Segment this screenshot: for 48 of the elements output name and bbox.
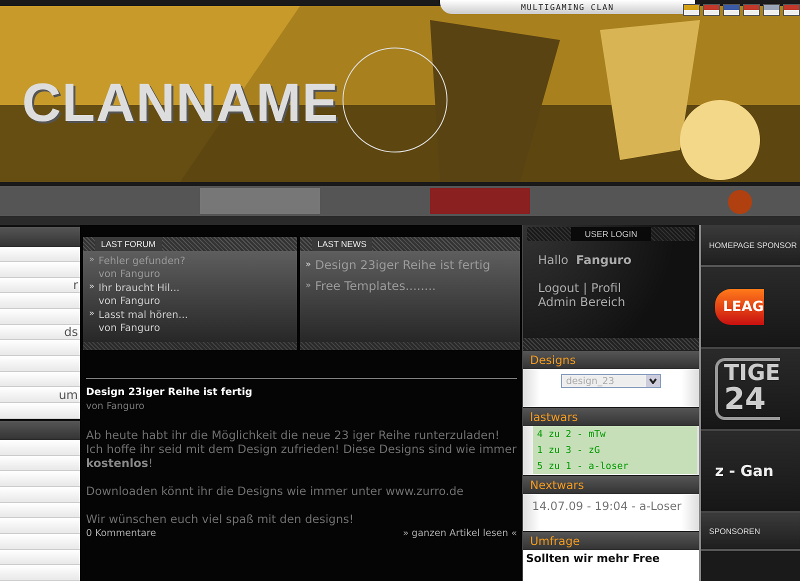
article-author: von Fanguro: [86, 401, 146, 412]
comments-link[interactable]: 0 Kommentare: [86, 528, 156, 539]
panel-title: LAST FORUM: [95, 237, 162, 251]
war-result: 4 zu 2 - mTw: [537, 428, 607, 440]
flag-icon[interactable]: [703, 4, 720, 16]
sponsor-logo[interactable]: LEAG: [715, 289, 764, 325]
chevron-icon: »: [89, 282, 95, 308]
sponsor-logo[interactable]: TIGE 24: [715, 358, 780, 420]
sidebar-item[interactable]: ds: [0, 324, 80, 340]
sponsor-logo[interactable]: z - Gan: [715, 462, 774, 480]
panel-title: LAST NEWS: [312, 237, 372, 251]
forum-post-link[interactable]: Lasst mal hören... von Fanguro: [98, 309, 188, 335]
next-war: 14.07.09 - 19:04 - a-Loser: [531, 498, 683, 514]
section-header: Nextwars: [523, 475, 699, 494]
greeting-text: Hallo Fanguro: [537, 253, 632, 267]
chevron-icon: »: [306, 255, 312, 275]
dropdown-arrow-icon: [646, 375, 660, 387]
flag-icon[interactable]: [783, 4, 800, 16]
admin-link[interactable]: Admin Bereich: [538, 295, 626, 309]
forum-post-link[interactable]: Ihr braucht Hil... von Fanguro: [98, 282, 180, 308]
site-logo: CLANNAME: [22, 72, 339, 134]
sidebar-item[interactable]: um: [0, 387, 80, 403]
war-result: 1 zu 3 - zG: [537, 444, 601, 456]
article-paragraph: Downloaden könnt ihr die Designs wie immer unter www.zurro.de: [86, 484, 465, 498]
profile-link[interactable]: Profil: [591, 281, 622, 295]
flag-icon[interactable]: [683, 4, 700, 16]
flag-icon[interactable]: [763, 4, 780, 16]
article-paragraph: Wir wünschen euch viel spaß mit den designs!: [86, 512, 355, 526]
sponsor-header: HOMEPAGE SPONSOR: [709, 240, 797, 250]
flag-icon[interactable]: [723, 4, 740, 16]
site-tagline: MULTIGAMING CLAN: [440, 0, 695, 14]
war-result: 5 zu 1 - a-loser: [537, 460, 630, 472]
panel-title: USER LOGIN: [570, 227, 652, 241]
logout-link[interactable]: Logout: [538, 281, 580, 295]
chevron-icon: »: [89, 255, 95, 281]
article-paragraph: Ab heute habt ihr die Möglichkeit die neue 23 iger Reihe runterzuladen! Ich hoffe ihr seid mit dem Design zufrieden! Diese Designs sind wie immer kostenlos!: [86, 428, 517, 470]
section-header: Umfrage: [523, 531, 699, 550]
flag-icon[interactable]: [743, 4, 760, 16]
chevron-icon: »: [89, 309, 95, 335]
sponsor-header: SPONSOREN: [709, 526, 760, 536]
sidebar-item[interactable]: r: [0, 278, 80, 294]
separator: |: [583, 281, 588, 295]
section-header: lastwars: [523, 407, 699, 426]
section-header: Designs: [523, 350, 699, 369]
read-more-link[interactable]: » ganzen Artikel lesen «: [402, 528, 517, 539]
chevron-icon: »: [306, 276, 312, 296]
poll-question: Sollten wir mehr Free: [523, 550, 699, 581]
article-title: Design 23iger Reihe ist fertig: [86, 387, 254, 398]
